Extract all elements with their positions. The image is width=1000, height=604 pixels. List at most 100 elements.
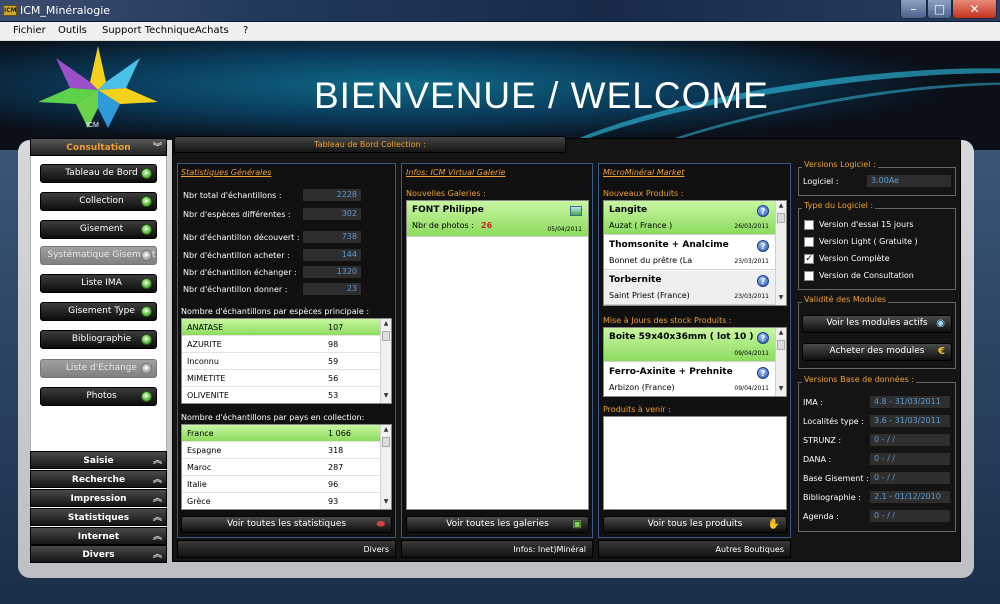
nav-section-label: Consultation	[66, 143, 131, 153]
product-item[interactable]: Thomsonite + Analcime Bonnet du prêtre (L…	[604, 236, 775, 270]
minimize-button[interactable]: –	[900, 0, 927, 19]
nav-section-saisie[interactable]: Saisie ︽	[30, 451, 167, 469]
upcoming-products-list[interactable]	[603, 416, 787, 510]
nav-button-label: Liste IMA	[81, 278, 122, 288]
scroll-up-icon[interactable]: ▲	[382, 320, 390, 330]
scroll-thumb[interactable]	[777, 340, 785, 350]
scrollbar[interactable]: ▲ ▼	[775, 328, 786, 396]
infos-inet-mineral-footer[interactable]: Infos: Inet)Minéral	[401, 540, 593, 558]
list-item[interactable]: MIMETITE 56	[182, 370, 380, 387]
nav-section-consultation[interactable]: Consultation ︾	[30, 138, 167, 156]
list-item[interactable]: France 1 066	[182, 425, 380, 442]
scrollbar[interactable]: ▲ ▼	[380, 425, 391, 509]
product-item[interactable]: Boite 59x40x36mm ( lot 10 ) 09/04/2011?	[604, 328, 775, 362]
gallery-item[interactable]: FONT Philippe Nbr de photos : 26 05/04/2…	[407, 201, 588, 237]
consultation-version-checkbox[interactable]	[804, 271, 814, 281]
nav-section-divers[interactable]: Divers ︽	[30, 545, 167, 563]
view-active-modules-button[interactable]: Voir les modules actifs ◉	[802, 315, 952, 333]
app-window: ICM ICM_Minéralogie – □ ✕ Fichier Outils…	[0, 0, 1000, 604]
maximize-button[interactable]: □	[927, 0, 952, 19]
menu-bar: Fichier Outils Support Technique Achats …	[0, 22, 1000, 41]
info-icon[interactable]: ?	[757, 367, 769, 379]
nav-photos-button[interactable]: Photos	[40, 387, 157, 406]
list-item[interactable]: Maroc 287	[182, 459, 380, 476]
nav-section-statistiques[interactable]: Statistiques ︽	[30, 508, 167, 526]
scroll-thumb[interactable]	[382, 437, 390, 447]
stock-update-list[interactable]: Boite 59x40x36mm ( lot 10 ) 09/04/2011? F…	[603, 327, 787, 397]
nav-systematique-gisement-button[interactable]: Systématique Gisement	[40, 246, 157, 265]
chevron-up-icon: ︽	[152, 456, 162, 466]
species-list[interactable]: ANATASE 107 AZURITE 98 Inconnu 59 MIMETITE 5…	[181, 318, 392, 404]
new-products-subtitle: Nouveaux Produits :	[603, 189, 684, 198]
nav-liste-echange-button[interactable]: Liste d'Echange	[40, 359, 157, 378]
new-products-list[interactable]: Langite Auzat ( France ) 26/03/2011? Thoms…	[603, 200, 787, 306]
scroll-thumb[interactable]	[777, 213, 785, 223]
product-name: Thomsonite + Analcime	[609, 240, 729, 250]
scroll-down-icon[interactable]: ▼	[382, 498, 390, 508]
stats-header[interactable]: Statistiques Générales	[181, 168, 271, 177]
scroll-down-icon[interactable]: ▼	[777, 294, 785, 304]
gallery-list[interactable]: FONT Philippe Nbr de photos : 26 05/04/2…	[406, 200, 589, 510]
db-value: 2.1 - 01/12/2010	[870, 491, 950, 503]
buy-modules-button[interactable]: Acheter des modules €	[802, 343, 952, 361]
nav-gisement-button[interactable]: Gisement	[40, 220, 157, 239]
list-item[interactable]: Grèce 93	[182, 493, 380, 509]
scroll-up-icon[interactable]: ▲	[777, 202, 785, 212]
info-icon[interactable]: ?	[757, 275, 769, 287]
button-label: Voir tous les produits	[647, 519, 743, 529]
menu-fichier[interactable]: Fichier	[13, 25, 46, 36]
view-all-galleries-button[interactable]: Voir toutes les galeries ▣	[406, 516, 589, 533]
light-version-checkbox[interactable]	[804, 237, 814, 247]
product-item[interactable]: Langite Auzat ( France ) 26/03/2011?	[604, 201, 775, 235]
trial-version-checkbox[interactable]	[804, 220, 814, 230]
list-item-count: 93	[328, 497, 339, 506]
full-version-checkbox[interactable]: ✓	[804, 254, 814, 264]
nav-section-internet[interactable]: Internet ︽	[30, 527, 167, 545]
market-header[interactable]: MicroMinéral Market	[603, 168, 685, 177]
dashboard-tab[interactable]: Tableau de Bord Collection :	[174, 136, 566, 153]
list-item[interactable]: Espagne 318	[182, 442, 380, 459]
menu-help[interactable]: ?	[243, 25, 248, 36]
info-icon[interactable]: ?	[757, 332, 769, 344]
country-list[interactable]: France 1 066 Espagne 318 Maroc 287 Italie 96…	[181, 424, 392, 510]
view-all-stats-button[interactable]: Voir toutes les statistiques ⬬	[181, 516, 392, 533]
product-name: Ferro-Axinite + Prehnite	[609, 367, 733, 377]
list-item[interactable]: OLIVENITE 53	[182, 387, 380, 403]
list-item[interactable]: ANATASE 107	[182, 319, 380, 336]
list-item[interactable]: Inconnu 59	[182, 353, 380, 370]
scroll-down-icon[interactable]: ▼	[382, 392, 390, 402]
menu-support-technique[interactable]: Support Technique	[102, 25, 195, 36]
scroll-thumb[interactable]	[382, 331, 390, 341]
list-item[interactable]: Italie 96	[182, 476, 380, 493]
menu-achats[interactable]: Achats	[195, 25, 229, 36]
nav-collection-button[interactable]: Collection	[40, 192, 157, 211]
product-item[interactable]: Ferro-Axinite + Prehnite Arbizon (France)…	[604, 363, 775, 396]
divers-footer[interactable]: Divers	[177, 540, 396, 558]
scroll-up-icon[interactable]: ▲	[382, 426, 390, 436]
nav-bibliographie-button[interactable]: Bibliographie	[40, 330, 157, 349]
close-button[interactable]: ✕	[952, 0, 997, 19]
info-icon[interactable]: ?	[757, 240, 769, 252]
nav-tableau-de-bord-button[interactable]: Tableau de Bord	[40, 164, 157, 183]
scroll-up-icon[interactable]: ▲	[777, 329, 785, 339]
menu-outils[interactable]: Outils	[58, 25, 87, 36]
nav-section-recherche[interactable]: Recherche ︽	[30, 470, 167, 488]
title-bar[interactable]: ICM ICM_Minéralogie – □ ✕	[0, 0, 1000, 22]
chevron-down-icon: ︾	[152, 143, 162, 153]
product-item[interactable]: Torbernite Saint Priest (France) 23/03/201…	[604, 271, 775, 305]
scroll-down-icon[interactable]: ▼	[777, 385, 785, 395]
software-version-title: Versions Logiciel :	[802, 160, 878, 169]
view-all-products-button[interactable]: Voir tous les produits ✋	[603, 516, 787, 533]
info-icon[interactable]: ?	[757, 205, 769, 217]
list-item[interactable]: AZURITE 98	[182, 336, 380, 353]
other-shops-footer[interactable]: Autres Boutiques	[598, 540, 791, 558]
icm-logo-icon	[38, 46, 158, 128]
scrollbar[interactable]: ▲ ▼	[775, 201, 786, 305]
scrollbar[interactable]: ▲ ▼	[380, 319, 391, 403]
nav-section-impression[interactable]: Impression ︽	[30, 489, 167, 507]
gallery-header[interactable]: Infos: ICM Virtual Galerie	[406, 168, 505, 177]
list-item-count: 53	[328, 391, 339, 400]
nav-liste-ima-button[interactable]: Liste IMA	[40, 274, 157, 293]
stat-value: 144	[303, 249, 361, 261]
nav-gisement-type-button[interactable]: Gisement Type	[40, 302, 157, 321]
